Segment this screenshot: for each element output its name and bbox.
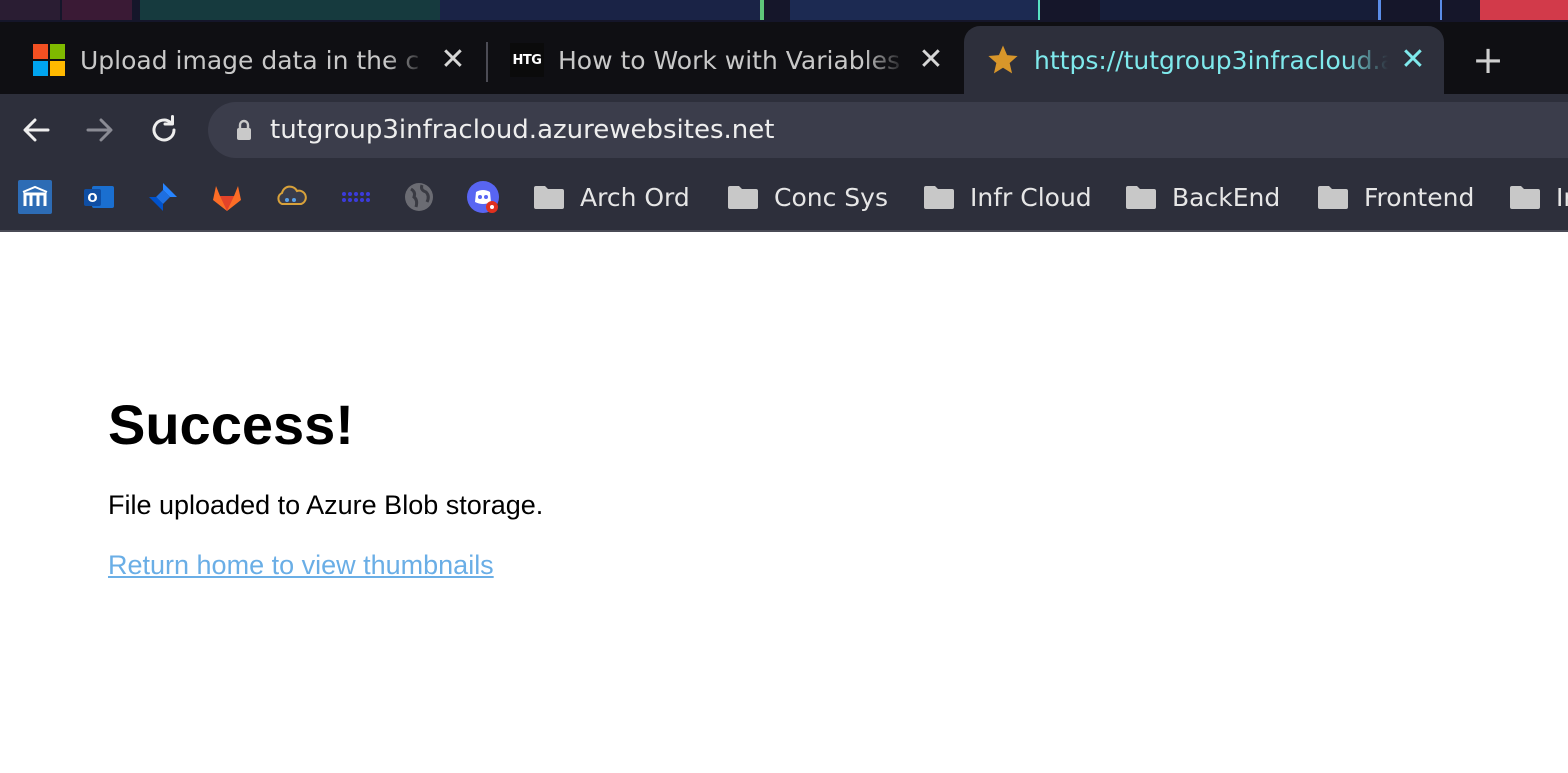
bookmark-folder-infr-cloud[interactable]: Infr Cloud xyxy=(924,180,1092,214)
back-arrow-icon xyxy=(23,118,50,142)
folder-icon xyxy=(1126,186,1156,209)
star-icon xyxy=(986,43,1020,77)
dots-app-icon[interactable] xyxy=(338,180,372,214)
jira-icon[interactable] xyxy=(146,180,180,214)
url-text: tutgroup3infracloud.azurewebsites.net xyxy=(270,115,775,145)
reload-button[interactable] xyxy=(142,108,186,152)
folder-label: BackEnd xyxy=(1172,182,1281,212)
htg-logo-text: HTG xyxy=(512,52,542,68)
forward-arrow-icon xyxy=(86,118,113,142)
folder-icon xyxy=(1318,186,1348,209)
return-home-link[interactable]: Return home to view thumbnails xyxy=(108,550,494,581)
bookmark-folder-arch-ord[interactable]: Arch Ord xyxy=(534,180,690,214)
bookmark-folder-frontend[interactable]: Frontend xyxy=(1318,180,1474,214)
folder-label: Conc Sys xyxy=(774,182,888,212)
tab-variables[interactable]: HTG How to Work with Variables I ✕ xyxy=(478,26,962,94)
tab-close-icon[interactable]: ✕ xyxy=(1398,45,1428,75)
tab-title: How to Work with Variables I xyxy=(558,45,906,75)
moodle-icon[interactable] xyxy=(18,180,52,214)
folder-label: Arch Ord xyxy=(580,182,690,212)
tab-title: https://tutgroup3infracloud.a xyxy=(1034,45,1388,75)
tab-close-icon[interactable]: ✕ xyxy=(916,45,946,75)
gitlab-icon[interactable] xyxy=(210,180,244,214)
outlook-icon[interactable]: O xyxy=(82,180,116,214)
page-content: Success! File uploaded to Azure Blob sto… xyxy=(0,234,1568,773)
page-title: Success! xyxy=(108,393,354,456)
bookmarks-bar: O Arch Ord Conc Sys Infr Cloud BackEnd F… xyxy=(0,166,1568,232)
folder-icon xyxy=(1510,186,1540,209)
back-button[interactable] xyxy=(14,108,58,152)
address-bar[interactable]: tutgroup3infracloud.azurewebsites.net xyxy=(208,102,1568,158)
lock-icon xyxy=(236,119,252,141)
tab-upload-image[interactable]: Upload image data in the c ✕ xyxy=(0,26,484,94)
folder-label: Ir xyxy=(1556,182,1568,212)
desktop-background-strip xyxy=(0,0,1568,22)
folder-icon xyxy=(534,186,564,209)
reload-icon xyxy=(152,115,176,142)
folder-label: Infr Cloud xyxy=(970,182,1092,212)
svg-text:O: O xyxy=(87,191,97,205)
folder-icon xyxy=(924,186,954,209)
new-tab-button[interactable]: + xyxy=(1466,38,1510,82)
bookmark-folder-cut-off[interactable]: Ir xyxy=(1510,180,1568,214)
tab-strip: Upload image data in the c ✕ HTG How to … xyxy=(0,22,1568,94)
bookmark-folder-conc-sys[interactable]: Conc Sys xyxy=(728,180,888,214)
microsoft-logo-icon xyxy=(32,43,66,77)
folder-icon xyxy=(728,186,758,209)
browser-toolbar: tutgroup3infracloud.azurewebsites.net xyxy=(0,94,1568,166)
folder-label: Frontend xyxy=(1364,182,1475,212)
tab-active-site[interactable]: https://tutgroup3infracloud.a ✕ xyxy=(964,26,1444,94)
success-message: File uploaded to Azure Blob storage. xyxy=(108,490,544,520)
globe-icon[interactable] xyxy=(402,180,436,214)
forward-button[interactable] xyxy=(78,108,122,152)
tab-close-icon[interactable]: ✕ xyxy=(438,45,468,75)
bookmark-folder-backend[interactable]: BackEnd xyxy=(1126,180,1280,214)
htg-logo-icon: HTG xyxy=(510,43,544,77)
chat-app-icon[interactable] xyxy=(466,180,500,214)
cloud-icon[interactable] xyxy=(274,180,308,214)
tab-title: Upload image data in the c xyxy=(80,45,420,75)
